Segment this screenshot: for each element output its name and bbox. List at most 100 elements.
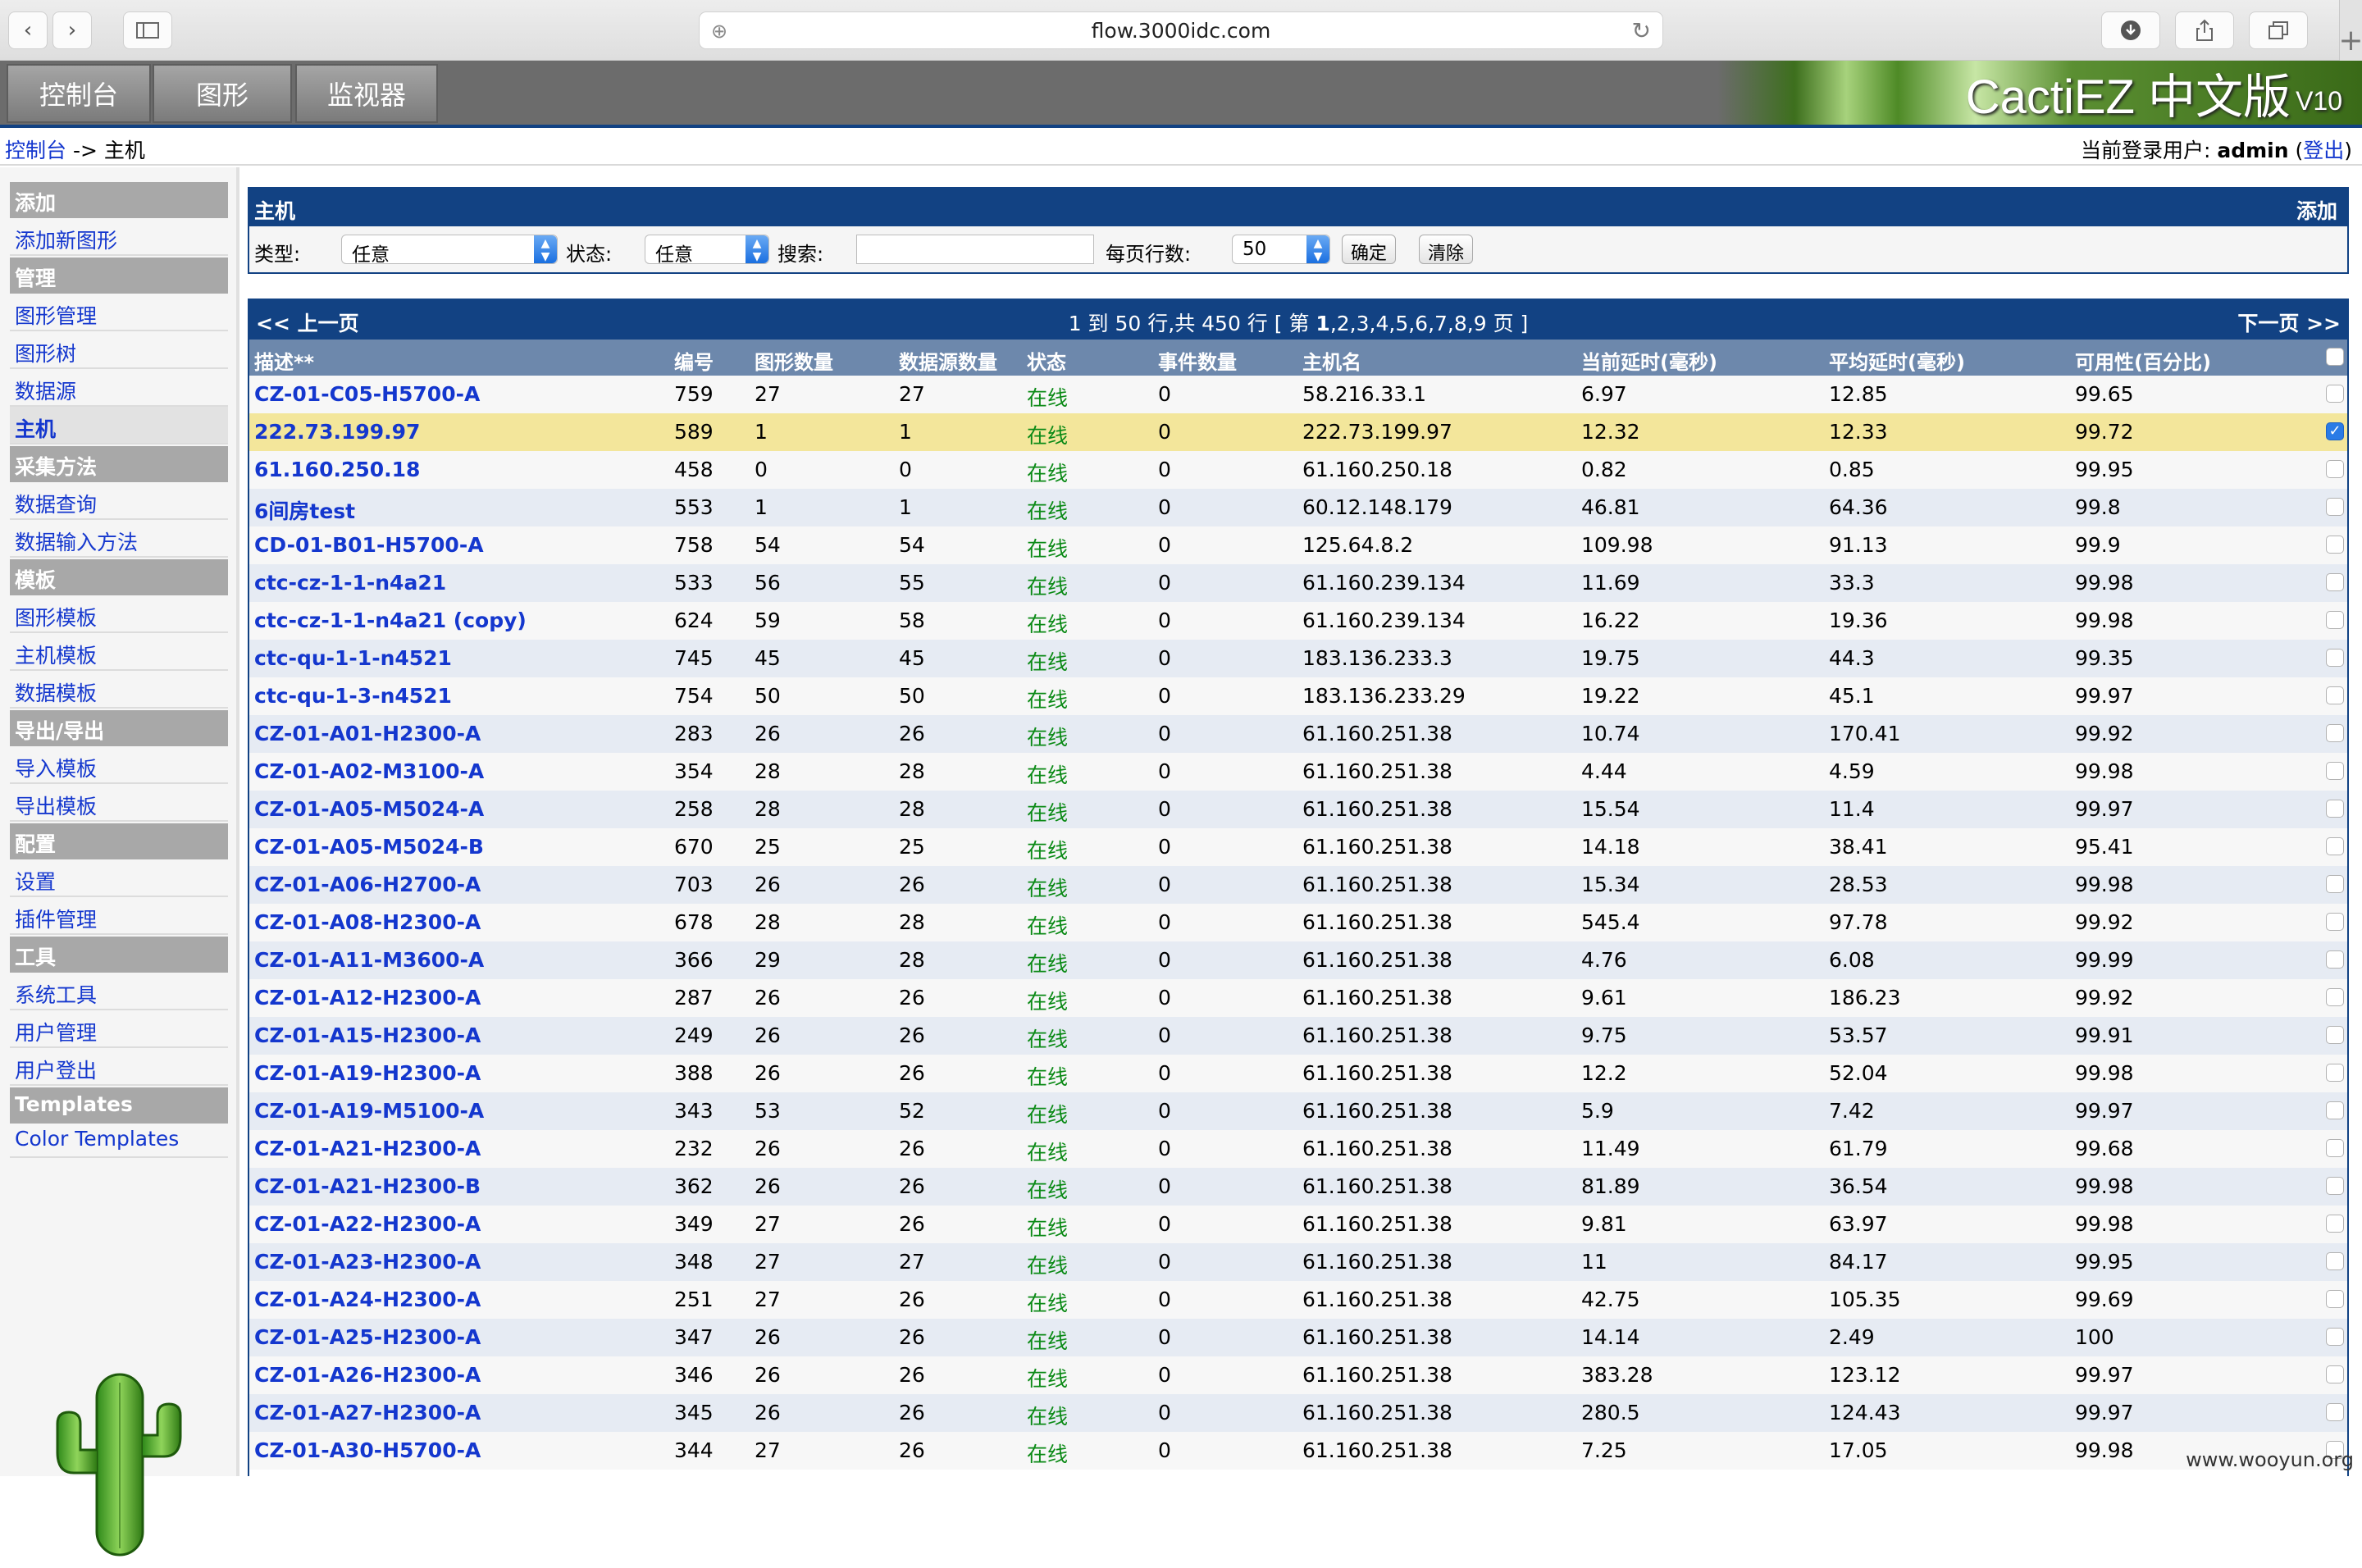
host-description-link[interactable]: CZ-01-A12-H2300-A [254,986,481,1010]
table-row[interactable]: CZ-01-A23-H2300-A 348 27 27 在线 0 61.160.251.38… [249,1243,2347,1281]
sidebar-item[interactable]: 图形管理 [10,294,228,331]
host-description-link[interactable]: CZ-01-A27-H2300-A [254,1401,481,1424]
host-description-link[interactable]: ctc-cz-1-1-n4a21 [254,571,446,595]
sidebar-item[interactable]: 用户管理 [10,1010,228,1048]
search-input[interactable] [856,235,1094,264]
table-row[interactable]: CZ-01-A21-H2300-B 362 26 26 在线 0 61.160.251.38… [249,1168,2347,1206]
row-checkbox[interactable] [2326,573,2344,591]
share-button[interactable] [2175,11,2234,49]
table-row[interactable]: CZ-01-A15-H2300-A 249 26 26 在线 0 61.160.251.38… [249,1017,2347,1055]
host-description-link[interactable]: CZ-01-A01-H2300-A [254,722,481,745]
host-description-link[interactable]: CZ-01-A11-M3600-A [254,948,484,972]
table-row[interactable]: CZ-01-A11-M3600-A 366 29 28 在线 0 61.160.251.38… [249,941,2347,979]
sidebar-item[interactable]: 插件管理 [10,897,228,935]
col-hostname[interactable]: 主机名 [1302,346,1361,375]
row-checkbox[interactable] [2326,762,2344,780]
table-row[interactable]: CD-01-B01-H5700-A 758 54 54 在线 0 125.64.8.2 109… [249,526,2347,564]
table-row[interactable]: CZ-01-A26-H2300-A 346 26 26 在线 0 61.160.251.38… [249,1356,2347,1394]
col-current-latency[interactable]: 当前延时(毫秒) [1581,346,1717,375]
host-description-link[interactable]: 61.160.250.18 [254,458,420,481]
host-description-link[interactable]: CZ-01-A21-H2300-A [254,1137,481,1160]
row-checkbox[interactable] [2326,1101,2344,1119]
row-checkbox[interactable] [2326,536,2344,554]
row-checkbox[interactable] [2326,1177,2344,1195]
row-checkbox[interactable] [2326,724,2344,742]
forward-button[interactable]: › [52,11,92,49]
type-select[interactable]: 任意 ▲ ▼ [341,235,558,266]
status-select[interactable]: 任意 ▲ ▼ [645,235,769,266]
host-description-link[interactable]: ctc-qu-1-3-n4521 [254,684,452,708]
table-row[interactable]: ctc-cz-1-1-n4a21 533 56 55 在线 0 61.160.239.134… [249,564,2347,602]
table-row[interactable]: CZ-01-A08-H2300-A 678 28 28 在线 0 61.160.251.38… [249,904,2347,941]
table-row[interactable]: ctc-qu-1-1-n4521 745 45 45 在线 0 183.136.233.3 1… [249,640,2347,677]
tab-graphs[interactable]: 图形 [153,64,292,123]
new-tab-button[interactable]: + [2338,0,2362,61]
table-row[interactable]: CZ-01-A21-H2300-A 232 26 26 在线 0 61.160.251.38… [249,1130,2347,1168]
table-row[interactable]: 222.73.199.97 589 1 1 在线 0 222.73.199.97 12.32 1… [249,413,2347,451]
table-row[interactable]: ctc-cz-1-1-n4a21 (copy) 624 59 58 在线 0 61.160.… [249,602,2347,640]
col-graphs[interactable]: 图形数量 [755,346,833,375]
sidebar-item[interactable]: 主机模板 [10,633,228,671]
host-description-link[interactable]: CZ-01-A06-H2700-A [254,873,481,896]
sidebar-item[interactable]: 添加新图形 [10,218,228,256]
page-links[interactable]: ,2,3,4,5,6,7,8,9 [1330,312,1487,335]
col-availability[interactable]: 可用性(百分比) [2075,346,2211,375]
next-page-link[interactable]: 下一页 >> [2237,308,2341,337]
row-checkbox[interactable] [2326,1328,2344,1346]
row-checkbox[interactable] [2326,498,2344,516]
sidebar-item[interactable]: Color Templates [10,1120,228,1158]
col-description[interactable]: 描述** [254,346,314,375]
col-status[interactable]: 状态 [1027,346,1066,375]
sidebar-item[interactable]: 导入模板 [10,746,228,784]
address-bar[interactable]: ⊕ flow.3000idc.com ↻ [699,11,1663,49]
row-checkbox[interactable]: ✓ [2326,422,2344,440]
row-checkbox[interactable] [2326,649,2344,667]
host-description-link[interactable]: CZ-01-A05-M5024-A [254,797,484,821]
row-checkbox[interactable] [2326,988,2344,1006]
table-row[interactable]: CZ-01-A19-H2300-A 388 26 26 在线 0 61.160.251.38… [249,1055,2347,1092]
breadcrumb-console-link[interactable]: 控制台 [5,139,66,162]
reload-icon[interactable]: ↻ [1632,17,1651,44]
col-datasources[interactable]: 数据源数量 [899,346,997,375]
logout-link[interactable]: 登出 [2303,139,2344,162]
sidebar-toggle-button[interactable] [123,11,172,49]
host-description-link[interactable]: CZ-01-A08-H2300-A [254,910,481,934]
table-row[interactable]: CZ-01-A19-M5100-A 343 53 52 在线 0 61.160.251.38… [249,1092,2347,1130]
col-average-latency[interactable]: 平均延时(毫秒) [1829,346,1965,375]
tab-monitor[interactable]: 监视器 [295,64,438,123]
row-checkbox[interactable] [2326,913,2344,931]
add-bookmark-icon[interactable]: ⊕ [711,20,727,43]
host-description-link[interactable]: CZ-01-A15-H2300-A [254,1023,481,1047]
sidebar-item[interactable]: 数据查询 [10,482,228,520]
table-row[interactable]: ctc-qu-1-3-n4521 754 50 50 在线 0 183.136.233.29… [249,677,2347,715]
host-description-link[interactable]: CZ-01-C05-H5700-A [254,382,480,406]
host-description-link[interactable]: CZ-01-A02-M3100-A [254,759,484,783]
select-all-checkbox[interactable] [2326,348,2344,366]
sidebar-item[interactable]: 系统工具 [10,973,228,1010]
sidebar-item[interactable]: 数据源 [10,369,228,407]
table-row[interactable]: CZ-01-A24-H2300-A 251 27 26 在线 0 61.160.251.38… [249,1281,2347,1319]
col-events[interactable]: 事件数量 [1158,346,1237,375]
sidebar-item[interactable]: 导出模板 [10,784,228,822]
col-id[interactable]: 编号 [674,346,714,375]
host-description-link[interactable]: CZ-01-A05-M5024-B [254,835,484,859]
sidebar-item[interactable]: 数据输入方法 [10,520,228,558]
host-description-link[interactable]: CZ-01-A24-H2300-A [254,1288,481,1311]
sidebar-item[interactable]: 图形树 [10,331,228,369]
sidebar-item[interactable]: 设置 [10,859,228,897]
row-checkbox[interactable] [2326,1215,2344,1233]
row-checkbox[interactable] [2326,686,2344,704]
host-description-link[interactable]: CZ-01-A23-H2300-A [254,1250,481,1274]
host-description-link[interactable]: CZ-01-A22-H2300-A [254,1212,481,1236]
tab-console[interactable]: 控制台 [7,64,151,123]
table-row[interactable]: CZ-01-A05-M5024-A 258 28 28 在线 0 61.160.251.38… [249,791,2347,828]
row-checkbox[interactable] [2326,1064,2344,1082]
row-checkbox[interactable] [2326,611,2344,629]
row-checkbox[interactable] [2326,1290,2344,1308]
host-description-link[interactable]: CZ-01-A30-H5700-A [254,1438,481,1462]
row-checkbox[interactable] [2326,800,2344,818]
back-button[interactable]: ‹ [8,11,48,49]
rows-per-page-select[interactable]: 50 ▲ ▼ [1232,235,1330,264]
row-checkbox[interactable] [2326,385,2344,403]
host-description-link[interactable]: CD-01-B01-H5700-A [254,533,484,557]
